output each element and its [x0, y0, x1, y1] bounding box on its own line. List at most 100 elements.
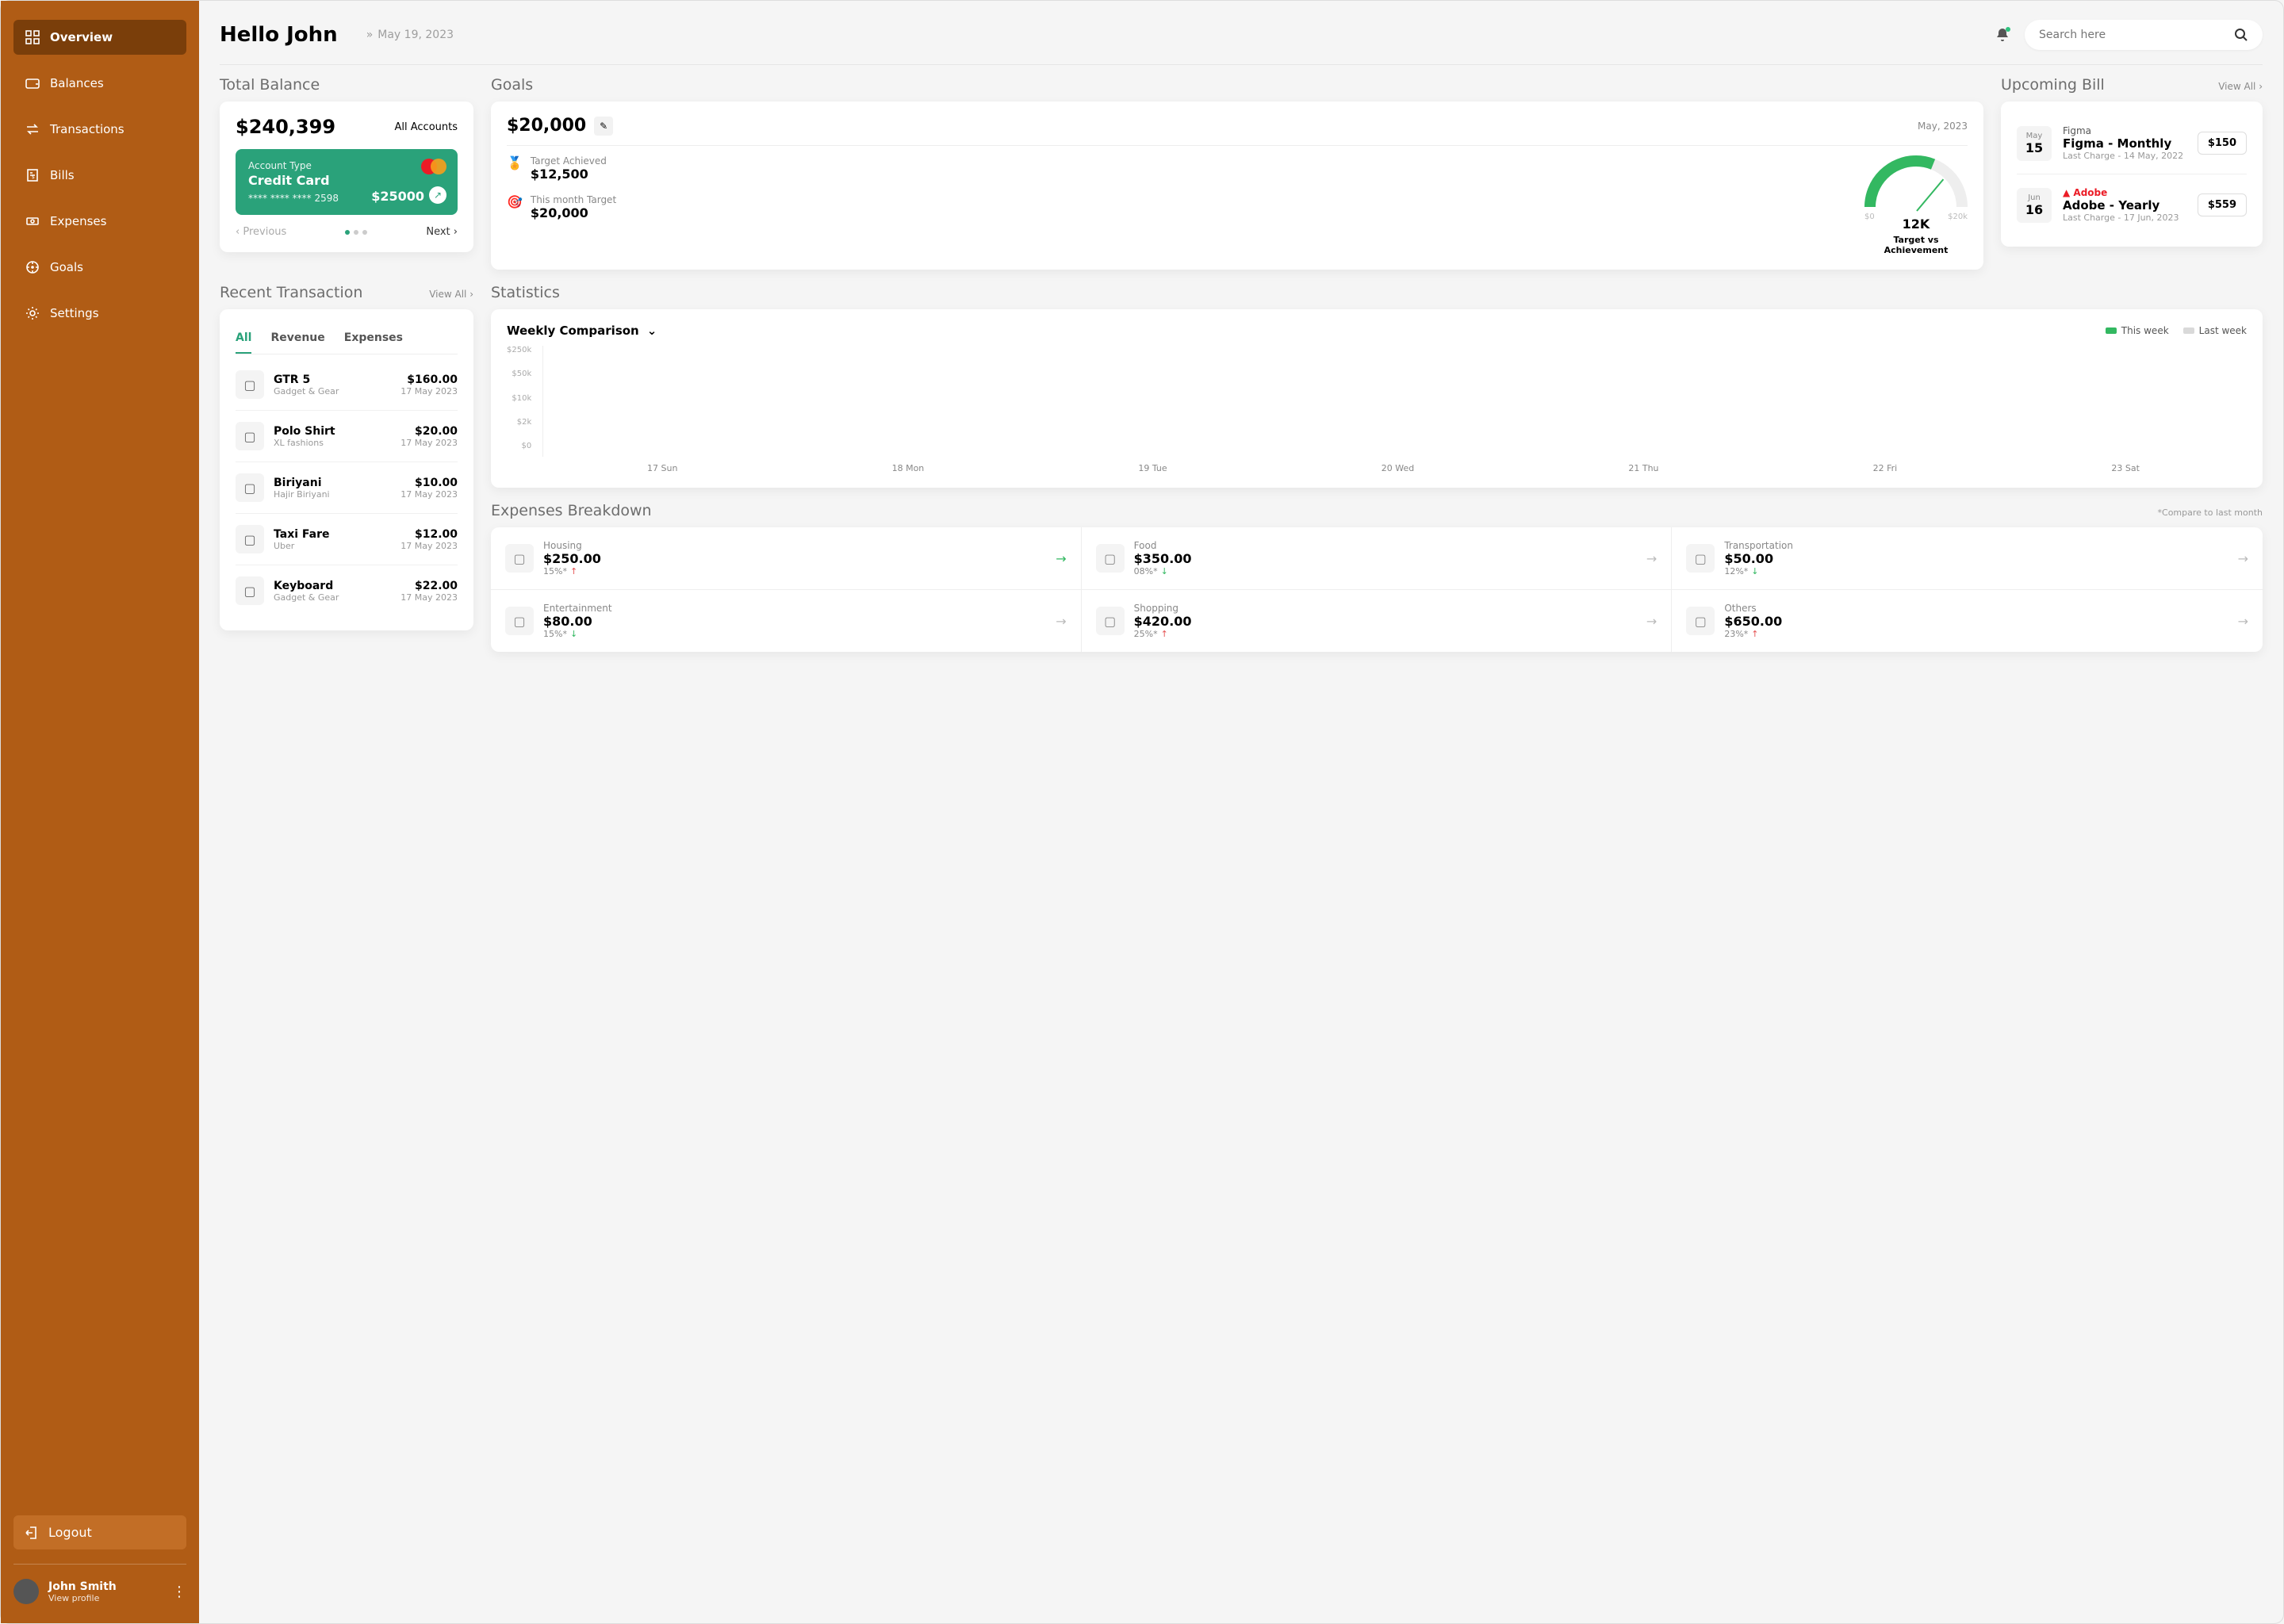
next-button[interactable]: Next › — [426, 226, 458, 238]
bill-price: $559 — [2198, 193, 2247, 216]
main-content: Hello John » May 19, 2023 Total Balance … — [199, 1, 2283, 1623]
search-input[interactable] — [2039, 29, 2226, 41]
tx-title: Recent Transaction — [220, 284, 362, 301]
notification-dot — [2006, 27, 2010, 32]
bill-item[interactable]: May15 Figma Figma - Monthly Last Charge … — [2017, 116, 2247, 170]
expense-item[interactable]: ▢ Housing $250.00 15%* ↑ → — [491, 527, 1082, 589]
expense-item[interactable]: ▢ Shopping $420.00 25%* ↑ → — [1082, 589, 1673, 652]
nav-list: Overview Balances Transactions $ Bills E… — [13, 20, 186, 1515]
arrow-right-icon[interactable]: → — [1646, 551, 1657, 566]
trophy-icon: 🏅 — [507, 155, 523, 182]
expense-item[interactable]: ▢ Transportation $50.00 12%* ↓ → — [1672, 527, 2263, 589]
cc-type-label: Account Type — [248, 160, 445, 171]
tx-item[interactable]: ▢ Taxi FareUber $12.0017 May 2023 — [236, 514, 458, 565]
bill-price: $150 — [2198, 132, 2247, 155]
balance-amount: $240,399 — [236, 116, 335, 138]
building-icon: ▢ — [236, 525, 264, 553]
search-box[interactable] — [2025, 20, 2263, 50]
logout-button[interactable]: Logout — [13, 1515, 186, 1549]
kebab-icon[interactable]: ⋮ — [172, 1584, 186, 1600]
arrow-right-icon[interactable]: → — [1646, 614, 1657, 629]
tx-view-all[interactable]: View All › — [429, 289, 473, 300]
expense-item[interactable]: ▢ Food $350.00 08%* ↓ → — [1082, 527, 1673, 589]
nav-balances[interactable]: Balances — [13, 66, 186, 101]
stats-dropdown[interactable]: Weekly Comparison ⌄ — [507, 324, 657, 338]
mastercard-icon — [421, 159, 446, 174]
tx-tabs: All Revenue Expenses — [236, 324, 458, 354]
cc-amount: $25000 — [371, 189, 424, 204]
expenses-card: ▢ Housing $250.00 15%* ↑ → ▢ Food $350.0… — [491, 527, 2263, 652]
tx-item[interactable]: ▢ BiriyaniHajir Biriyani $10.0017 May 20… — [236, 462, 458, 514]
grid-icon — [25, 29, 40, 45]
sidebar: Overview Balances Transactions $ Bills E… — [1, 1, 199, 1623]
tab-expenses[interactable]: Expenses — [344, 324, 403, 354]
tab-revenue[interactable]: Revenue — [270, 324, 324, 354]
transfer-icon — [25, 121, 40, 137]
expense-item[interactable]: ▢ Others $650.00 23%* ↑ → — [1672, 589, 2263, 652]
nav-bills[interactable]: $ Bills — [13, 158, 186, 193]
tx-item[interactable]: ▢ GTR 5Gadget & Gear $160.0017 May 2023 — [236, 359, 458, 411]
transactions-card: All Revenue Expenses ▢ GTR 5Gadget & Gea… — [220, 309, 473, 630]
arrow-right-icon[interactable]: → — [1056, 614, 1066, 629]
goals-card: $20,000 ✎ May, 2023 🏅 Target Achieved $1… — [491, 102, 1983, 270]
gauge-caption: Target vs Achievement — [1864, 235, 1968, 255]
nav-goals[interactable]: Goals — [13, 250, 186, 285]
open-card-icon[interactable]: ↗ — [429, 186, 446, 204]
tx-item[interactable]: ▢ KeyboardGadget & Gear $22.0017 May 202… — [236, 565, 458, 616]
chevron-down-icon: ⌄ — [647, 324, 657, 338]
header: Hello John » May 19, 2023 — [220, 20, 2263, 65]
bill-item[interactable]: Jun16 ▲ Adobe Adobe - Yearly Last Charge… — [2017, 174, 2247, 232]
nav-expenses[interactable]: Expenses — [13, 204, 186, 239]
money-icon — [25, 213, 40, 229]
balance-card: $240,399 All Accounts Account Type Credi… — [220, 102, 473, 252]
avatar — [13, 1579, 39, 1604]
arrow-right-icon[interactable]: → — [2238, 551, 2248, 566]
arrow-right-icon[interactable]: → — [1056, 551, 1066, 566]
svg-text:$: $ — [32, 174, 35, 180]
logout-icon — [25, 1526, 39, 1540]
target-icon — [25, 259, 40, 275]
nav-label: Expenses — [50, 214, 106, 228]
home-icon: ▢ — [505, 544, 534, 573]
month-target: $20,000 — [531, 205, 616, 220]
arrow-right-icon[interactable]: → — [2238, 614, 2248, 629]
bills-card: May15 Figma Figma - Monthly Last Charge … — [2001, 102, 2263, 247]
nav-settings[interactable]: Settings — [13, 296, 186, 331]
nav-label: Bills — [50, 168, 75, 182]
profile-sub: View profile — [48, 1593, 117, 1603]
balance-title: Total Balance — [220, 76, 473, 94]
goals-title: Goals — [491, 76, 1983, 94]
expense-item[interactable]: ▢ Entertainment $80.00 15%* ↓ → — [491, 589, 1082, 652]
target-achieved: $12,500 — [531, 167, 607, 182]
nav-label: Settings — [50, 306, 99, 320]
wallet-icon — [25, 75, 40, 91]
chevron-right-double-icon: » — [366, 29, 374, 41]
prev-button[interactable]: ‹ Previous — [236, 226, 286, 238]
logout-label: Logout — [48, 1525, 92, 1540]
profile-name: John Smith — [48, 1580, 117, 1593]
receipt-icon: $ — [25, 167, 40, 183]
bag-icon: ▢ — [236, 576, 264, 605]
credit-card-tile[interactable]: Account Type Credit Card **** **** **** … — [236, 149, 458, 215]
search-icon — [2234, 28, 2248, 42]
notification-bell[interactable] — [1995, 27, 2010, 43]
gear-icon — [25, 305, 40, 321]
nav-transactions[interactable]: Transactions — [13, 112, 186, 147]
cc-type: Credit Card — [248, 173, 445, 188]
nav-label: Overview — [50, 30, 113, 44]
game-icon: ▢ — [236, 370, 264, 399]
goal-amount: $20,000 — [507, 116, 586, 136]
edit-goal-button[interactable]: ✎ — [594, 117, 613, 136]
tab-all[interactable]: All — [236, 324, 251, 354]
profile-section[interactable]: John Smith View profile ⋮ — [13, 1564, 186, 1604]
nav-label: Goals — [50, 260, 83, 274]
food-icon: ▢ — [1096, 544, 1125, 573]
tx-item[interactable]: ▢ Polo ShirtXL fashions $20.0017 May 202… — [236, 411, 458, 462]
nav-label: Balances — [50, 76, 104, 90]
all-accounts-link[interactable]: All Accounts — [394, 121, 458, 133]
bills-view-all[interactable]: View All › — [2218, 81, 2263, 92]
target-achieved-label: Target Achieved — [531, 155, 607, 167]
pager-dots — [345, 230, 367, 235]
stats-title: Statistics — [491, 284, 2263, 301]
nav-overview[interactable]: Overview — [13, 20, 186, 55]
